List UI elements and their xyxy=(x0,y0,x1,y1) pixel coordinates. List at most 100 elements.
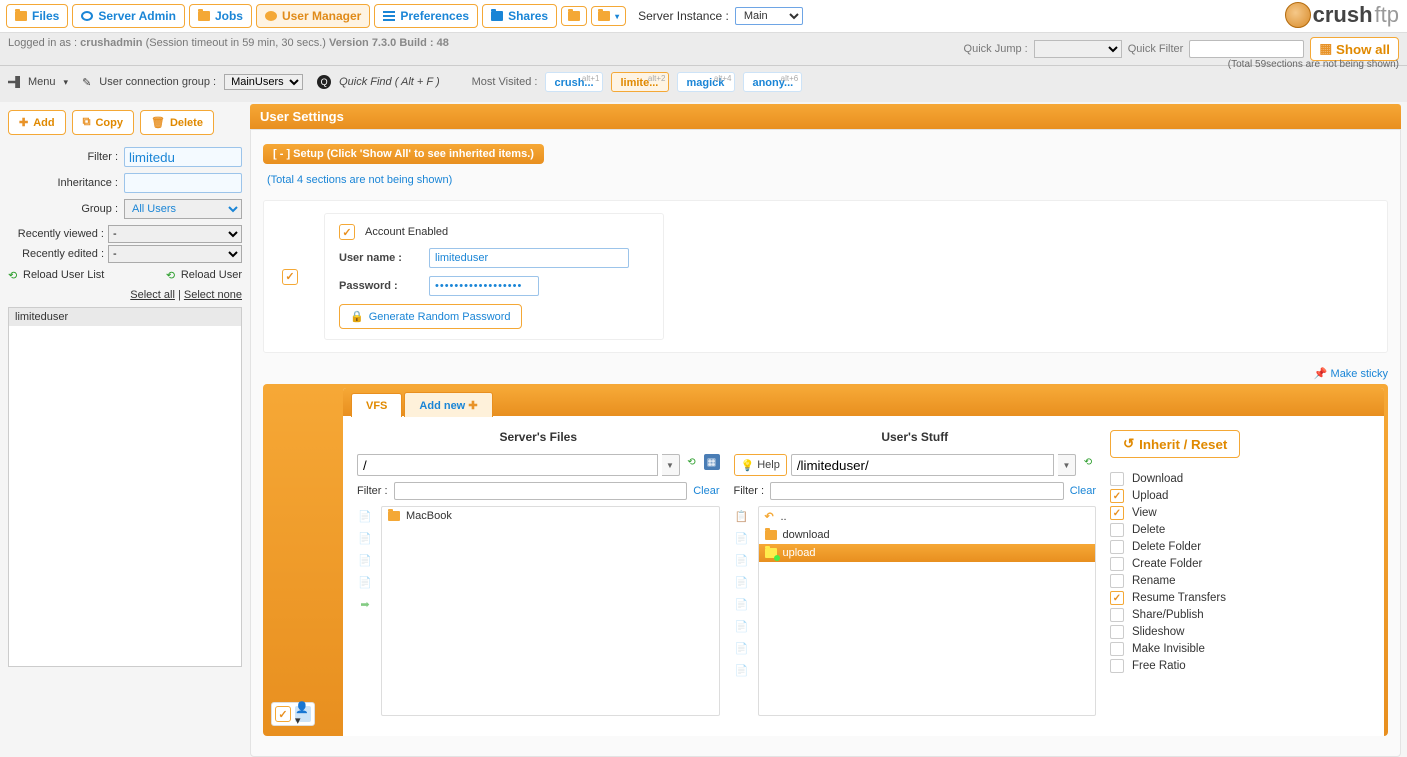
perm-create-folder[interactable]: Create Folder xyxy=(1110,557,1370,571)
quickfind-icon[interactable]: Q xyxy=(317,75,331,89)
copy-button[interactable]: ⧉Copy xyxy=(72,110,134,135)
account-enabled-check[interactable] xyxy=(339,224,355,240)
file-icon[interactable]: 📄 xyxy=(357,530,373,546)
checkbox[interactable] xyxy=(1110,659,1124,673)
user-list[interactable]: limiteduser xyxy=(8,307,242,667)
recent-viewed-select[interactable]: - xyxy=(108,225,242,243)
file-icon[interactable]: 📄 xyxy=(734,530,750,546)
quick-jump-select[interactable] xyxy=(1034,40,1122,58)
user-path-input[interactable] xyxy=(791,454,1054,476)
user-list-item[interactable]: limiteduser xyxy=(9,308,241,326)
grid-icon[interactable]: ▦ xyxy=(704,454,720,470)
perm-download[interactable]: Download xyxy=(1110,472,1370,486)
file-item-up[interactable]: ↶.. xyxy=(759,507,1096,526)
generate-password-button[interactable]: 🔒Generate Random Password xyxy=(339,304,522,329)
checkbox[interactable] xyxy=(1110,574,1124,588)
quick-filter-input[interactable] xyxy=(1189,40,1304,58)
perm-delete-folder[interactable]: Delete Folder xyxy=(1110,540,1370,554)
file-icon[interactable]: 📄 xyxy=(357,574,373,590)
user-filter-input[interactable] xyxy=(770,482,1064,500)
group-select[interactable]: All Users xyxy=(124,199,242,219)
perm-slideshow[interactable]: Slideshow xyxy=(1110,625,1370,639)
server-path-input[interactable] xyxy=(357,454,658,476)
mv-limite[interactable]: alt+2limite... xyxy=(611,72,669,92)
file-icon[interactable]: 📄 xyxy=(357,552,373,568)
perm-make-invisible[interactable]: Make Invisible xyxy=(1110,642,1370,656)
file-item-selected[interactable]: upload xyxy=(759,544,1096,562)
tab-shares[interactable]: Shares xyxy=(482,4,557,28)
perm-rename[interactable]: Rename xyxy=(1110,574,1370,588)
tab-extra-1[interactable] xyxy=(561,6,587,26)
tab-files[interactable]: Files xyxy=(6,4,68,28)
tab-user-manager[interactable]: User Manager xyxy=(256,4,370,28)
checkbox[interactable] xyxy=(1110,608,1124,622)
perm-delete[interactable]: Delete xyxy=(1110,523,1370,537)
section-enabled-check[interactable] xyxy=(282,269,298,285)
menu-label[interactable]: Menu xyxy=(28,76,56,88)
username-input[interactable] xyxy=(429,248,629,268)
conn-group-select[interactable]: MainUsers xyxy=(224,74,303,90)
user-path-drop[interactable]: ▼ xyxy=(1058,454,1076,476)
checkbox[interactable] xyxy=(1110,523,1124,537)
checkbox[interactable] xyxy=(1110,472,1124,486)
recent-edited-select[interactable]: - xyxy=(108,245,242,263)
file-icon[interactable]: 📄 xyxy=(734,662,750,678)
checkbox[interactable] xyxy=(1110,591,1124,605)
add-button[interactable]: ✚Add xyxy=(8,110,66,135)
show-all-button[interactable]: ▦Show all xyxy=(1310,37,1399,61)
file-icon[interactable]: 📄 xyxy=(734,596,750,612)
vfs-enabled-check[interactable] xyxy=(275,706,291,722)
inheritance-input[interactable] xyxy=(124,173,242,193)
copy-icon[interactable]: 📋 xyxy=(734,508,750,524)
perm-free-ratio[interactable]: Free Ratio xyxy=(1110,659,1370,673)
file-icon[interactable]: 📄 xyxy=(734,552,750,568)
server-file-list[interactable]: MacBook xyxy=(381,506,720,716)
filter-input[interactable] xyxy=(124,147,242,167)
file-icon[interactable]: 📄 xyxy=(357,508,373,524)
help-button[interactable]: 💡Help xyxy=(734,454,787,476)
user-icon[interactable]: 👤▾ xyxy=(295,706,311,722)
user-file-list[interactable]: ↶.. download upload xyxy=(758,506,1097,716)
perm-upload[interactable]: Upload xyxy=(1110,489,1370,503)
refresh-icon[interactable]: ⟲ xyxy=(684,454,700,470)
mv-magick[interactable]: alt+4magick xyxy=(677,72,735,92)
perm-share-publish[interactable]: Share/Publish xyxy=(1110,608,1370,622)
mv-crush[interactable]: alt+1crush... xyxy=(545,72,603,92)
file-item[interactable]: download xyxy=(759,526,1096,544)
vfs-tab[interactable]: VFS xyxy=(351,393,402,417)
refresh-icon[interactable]: ⟲ xyxy=(1080,454,1096,470)
mv-anony[interactable]: alt+6anony... xyxy=(743,72,802,92)
user-clear[interactable]: Clear xyxy=(1070,485,1096,497)
checkbox[interactable] xyxy=(1110,557,1124,571)
tab-jobs[interactable]: Jobs xyxy=(189,4,252,28)
file-icon[interactable]: 📄 xyxy=(734,640,750,656)
checkbox[interactable] xyxy=(1110,489,1124,503)
server-path-drop[interactable]: ▼ xyxy=(662,454,680,476)
select-all[interactable]: Select all xyxy=(130,289,175,301)
delete-button[interactable]: 🗑Delete xyxy=(140,110,214,135)
setup-toggle[interactable]: [ - ] Setup (Click 'Show All' to see inh… xyxy=(263,144,544,164)
arrow-icon[interactable]: ➡ xyxy=(357,596,373,612)
perm-view[interactable]: View xyxy=(1110,506,1370,520)
file-icon[interactable]: 📄 xyxy=(734,574,750,590)
reload-user-list[interactable]: ⟲Reload User List xyxy=(8,269,104,281)
tab-extra-2[interactable]: ▾ xyxy=(591,6,626,26)
reload-user[interactable]: ⟲Reload User xyxy=(166,269,242,281)
make-sticky[interactable]: 📌 Make sticky xyxy=(1314,368,1388,380)
checkbox[interactable] xyxy=(1110,642,1124,656)
file-icon[interactable]: 📄 xyxy=(734,618,750,634)
tab-server-admin[interactable]: Server Admin xyxy=(72,4,185,28)
add-new-tab[interactable]: Add new ✚ xyxy=(404,392,492,417)
server-instance-select[interactable]: Main xyxy=(735,7,803,25)
server-filter-input[interactable] xyxy=(394,482,688,500)
checkbox[interactable] xyxy=(1110,625,1124,639)
select-none[interactable]: Select none xyxy=(184,289,242,301)
checkbox[interactable] xyxy=(1110,506,1124,520)
inherit-reset-button[interactable]: ↺Inherit / Reset xyxy=(1110,430,1240,458)
perm-resume-transfers[interactable]: Resume Transfers xyxy=(1110,591,1370,605)
password-input[interactable] xyxy=(429,276,539,296)
checkbox[interactable] xyxy=(1110,540,1124,554)
file-item[interactable]: MacBook xyxy=(382,507,719,525)
tab-preferences[interactable]: Preferences xyxy=(374,4,478,28)
server-clear[interactable]: Clear xyxy=(693,485,719,497)
